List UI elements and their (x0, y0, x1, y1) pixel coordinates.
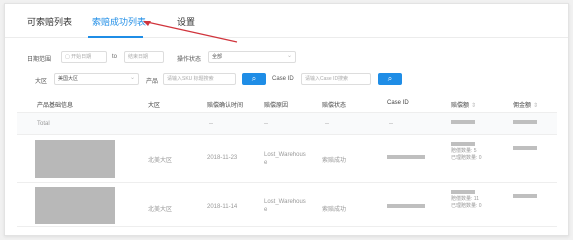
col-confirm-time: 赔偿确认时间 (207, 103, 244, 109)
product-search-button[interactable]: ⌕ (242, 73, 266, 85)
row-claim-count: 赔偿数量: 11 (451, 196, 479, 202)
col-compensation[interactable]: 赔偿额 ⇕ (451, 100, 476, 109)
sort-icon: ⇕ (471, 103, 477, 109)
row-region: 北美大区 (148, 158, 173, 164)
row-confirm-time: 2018-11-23 (207, 155, 238, 161)
total-label: Total (37, 121, 50, 127)
date-start-input[interactable]: ▢ 开始日期 (61, 51, 107, 63)
total-confirm-time: -- (209, 121, 213, 127)
table-row: 北美大区 2018-11-14 Lost_Warehouse 索赔成功 赔偿数量… (17, 183, 557, 227)
col-status: 赔偿状态 (322, 103, 347, 109)
calendar-icon: ▢ (65, 54, 70, 60)
total-compensation (451, 120, 475, 126)
status-select[interactable]: 全部 ⌄ (208, 51, 296, 63)
sort-icon: ⇕ (533, 103, 539, 109)
tab-claim-success-list[interactable]: 索赔成功列表 (92, 15, 146, 28)
row-case-id[interactable] (387, 155, 425, 161)
search-icon: ⌕ (251, 74, 257, 83)
row-reason: Lost_Warehouse (264, 152, 306, 166)
active-tab-indicator (88, 36, 143, 38)
row-status: 索赔成功 (322, 207, 347, 213)
region-label: 大区 (35, 79, 48, 85)
chevron-down-icon: ⌄ (129, 75, 135, 81)
table-row: 北美大区 2018-11-23 Lost_Warehouse 索赔成功 赔偿数量… (17, 135, 557, 183)
row-compensation: 赔偿数量: 11 已理赔数量: 0 (451, 190, 482, 210)
table-total-row: Total -- -- -- -- (17, 113, 557, 135)
region-select[interactable]: 美国大区 ⌄ (54, 73, 139, 85)
status-label: 操作状态 (177, 57, 202, 63)
total-commission (513, 120, 537, 126)
total-case-id: -- (389, 121, 393, 127)
total-status: -- (325, 121, 329, 127)
row-status: 索赔成功 (322, 158, 347, 164)
col-product-info: 产品基础信息 (37, 103, 74, 109)
row-reason: Lost_Warehouse (264, 199, 306, 213)
row-claimed-qty: 已理赔数量: 0 (451, 155, 482, 161)
date-end-input[interactable]: 结束日期 (124, 51, 164, 63)
row-claimed-qty: 已理赔数量: 0 (451, 203, 482, 209)
row-region: 北美大区 (148, 207, 173, 213)
tab-claimable-list[interactable]: 可索赔列表 (27, 15, 72, 28)
col-region: 大区 (148, 103, 161, 109)
product-image (35, 187, 115, 224)
product-search-input[interactable]: 请输入SKU 标题搜索 (163, 73, 236, 85)
case-id-search-button[interactable]: ⌕ (378, 73, 402, 85)
row-case-id[interactable] (387, 204, 425, 210)
date-range-label: 日期范围 (27, 57, 52, 63)
row-commission (513, 146, 537, 152)
tab-bar: 可索赔列表 索赔成功列表 设置 (5, 4, 568, 38)
case-id-input[interactable]: 请输入Case ID搜索 (301, 73, 371, 85)
date-range-separator: to (112, 54, 118, 60)
col-commission[interactable]: 佣金额 ⇕ (513, 100, 538, 109)
row-commission (513, 194, 537, 200)
product-label: 产品 (146, 79, 159, 85)
case-id-label: Case ID (272, 76, 294, 82)
col-case-id: Case ID (387, 100, 409, 106)
col-reason: 赔偿原因 (264, 103, 289, 109)
product-image (35, 140, 115, 178)
search-icon: ⌕ (387, 74, 393, 83)
row-compensation: 赔偿数量: 5 已理赔数量: 0 (451, 142, 482, 162)
table-header: 产品基础信息 大区 赔偿确认时间 赔偿原因 赔偿状态 Case ID 赔偿额 ⇕ … (17, 93, 557, 113)
row-claim-count: 赔偿数量: 5 (451, 148, 477, 154)
row-confirm-time: 2018-11-14 (207, 204, 238, 210)
total-reason: -- (264, 121, 268, 127)
main-panel: 可索赔列表 索赔成功列表 设置 日期范围 ▢ 开始日期 to 结束日期 操作状态… (4, 3, 569, 236)
annotation-arrow-icon (143, 21, 238, 43)
chevron-down-icon: ⌄ (286, 53, 292, 59)
